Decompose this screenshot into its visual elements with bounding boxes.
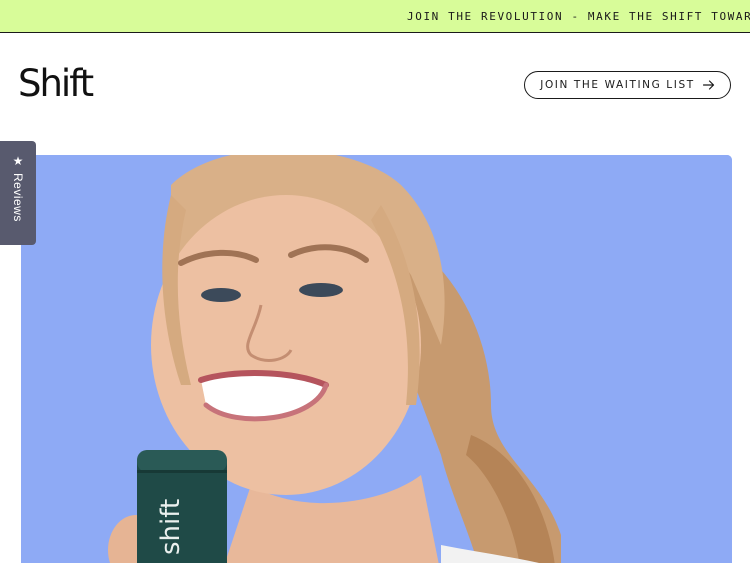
reviews-tab-label: Reviews (11, 173, 25, 222)
join-waiting-list-button[interactable]: JOIN THE WAITING LIST (524, 71, 731, 99)
bottle-label: shift (156, 499, 186, 555)
arrow-right-icon (702, 80, 714, 90)
reviews-tab[interactable]: ★ Reviews (0, 141, 36, 245)
announcement-text: JOIN THE REVOLUTION - MAKE THE SHIFT TOW… (407, 10, 750, 23)
site-header: Shift JOIN THE WAITING LIST (0, 33, 750, 133)
hero-image: shift (21, 155, 732, 563)
join-waiting-list-label: JOIN THE WAITING LIST (540, 79, 695, 91)
announcement-bar: JOIN THE REVOLUTION - MAKE THE SHIFT TOW… (0, 0, 750, 33)
hero-illustration: shift (21, 155, 732, 563)
star-icon: ★ (12, 154, 24, 168)
brand-logo[interactable]: Shift (18, 64, 94, 104)
